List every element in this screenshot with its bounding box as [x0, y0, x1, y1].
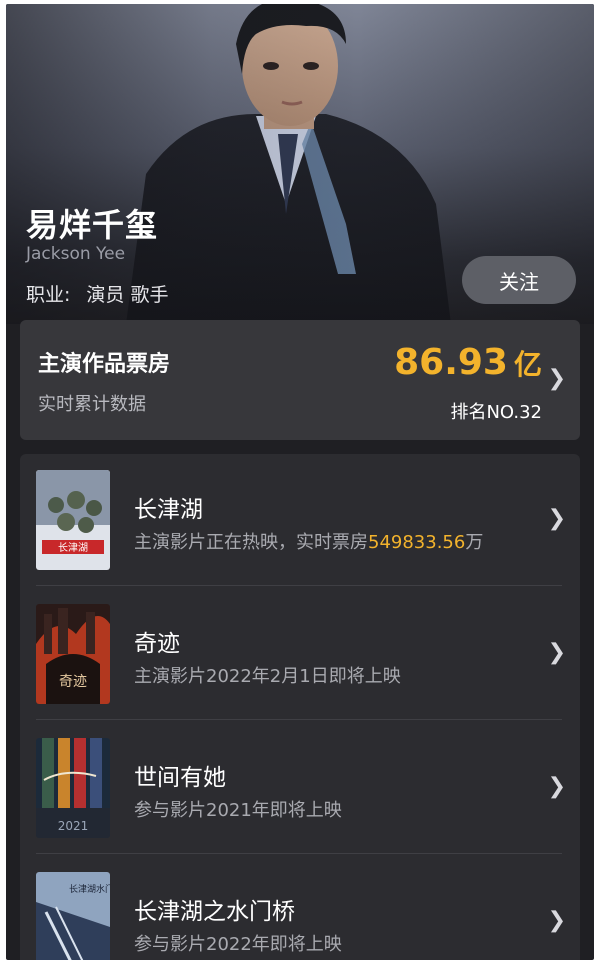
- film-status: 参与影片2021年即将上映: [134, 800, 342, 821]
- film-item-shuimenqiao[interactable]: 长津湖水门桥 长津湖之水门桥 参与影片2022年即将上映 ❯: [20, 856, 580, 960]
- box-office-subtitle: 实时累计数据: [38, 394, 146, 415]
- film-box-office: 549833.56: [368, 532, 466, 553]
- box-office-rank: 排名NO.32: [450, 402, 542, 423]
- svg-text:长津湖水门桥: 长津湖水门桥: [69, 883, 110, 895]
- film-title: 长津湖之水门桥: [134, 899, 295, 925]
- film-poster: 奇迹: [36, 604, 110, 704]
- svg-text:长津湖: 长津湖: [58, 542, 88, 554]
- film-item-changjinhu[interactable]: 长津湖 长津湖 主演影片正在热映，实时票房549833.56万 ❯: [20, 454, 580, 586]
- film-status: 主演影片正在热映，实时票房549833.56万: [134, 532, 484, 553]
- film-list: 长津湖 长津湖 主演影片正在热映，实时票房549833.56万 ❯ 奇迹 奇迹 …: [20, 454, 580, 960]
- divider: [36, 853, 562, 854]
- divider: [36, 585, 562, 586]
- occupation-actor: 演员: [86, 284, 125, 306]
- chevron-right-icon: ❯: [547, 506, 566, 531]
- occupation-singer: 歌手: [130, 284, 169, 306]
- film-title: 世间有她: [134, 765, 226, 791]
- film-poster: 2021: [36, 738, 110, 838]
- film-title: 奇迹: [134, 631, 180, 657]
- film-poster: 长津湖: [36, 470, 110, 570]
- film-status: 参与影片2022年即将上映: [134, 934, 342, 955]
- box-office-amount: 86.93 亿: [394, 342, 542, 383]
- film-item-shijianyouta[interactable]: 2021 世间有她 参与影片2021年即将上映 ❯: [20, 722, 580, 854]
- film-status: 主演影片2022年2月1日即将上映: [134, 666, 401, 687]
- artist-name: 易烊千玺: [26, 206, 159, 244]
- box-office-unit: 亿: [513, 348, 542, 381]
- occupation-label: 职业:: [26, 284, 71, 306]
- occupation-line: 职业: 演员 歌手: [26, 280, 168, 307]
- box-office-card[interactable]: 主演作品票房 实时累计数据 86.93 亿 排名NO.32 ❯: [20, 320, 580, 440]
- profile-header: 易烊千玺 Jackson Yee 职业: 演员 歌手 关注: [6, 4, 594, 324]
- chevron-right-icon: ❯: [547, 908, 566, 933]
- box-office-title: 主演作品票房: [38, 352, 171, 377]
- film-title: 长津湖: [134, 497, 203, 523]
- film-item-qiji[interactable]: 奇迹 奇迹 主演影片2022年2月1日即将上映 ❯: [20, 588, 580, 720]
- divider: [36, 719, 562, 720]
- film-poster: 长津湖水门桥: [36, 872, 110, 960]
- artist-english-name: Jackson Yee: [26, 244, 126, 264]
- svg-text:2021: 2021: [58, 819, 89, 833]
- chevron-right-icon: ❯: [547, 366, 566, 391]
- chevron-right-icon: ❯: [547, 774, 566, 799]
- svg-text:奇迹: 奇迹: [59, 673, 87, 690]
- box-office-value: 86.93: [394, 342, 508, 383]
- follow-button[interactable]: 关注: [462, 256, 576, 304]
- app-screen: 易烊千玺 Jackson Yee 职业: 演员 歌手 关注 主演作品票房 实时累计…: [6, 4, 594, 960]
- chevron-right-icon: ❯: [547, 640, 566, 665]
